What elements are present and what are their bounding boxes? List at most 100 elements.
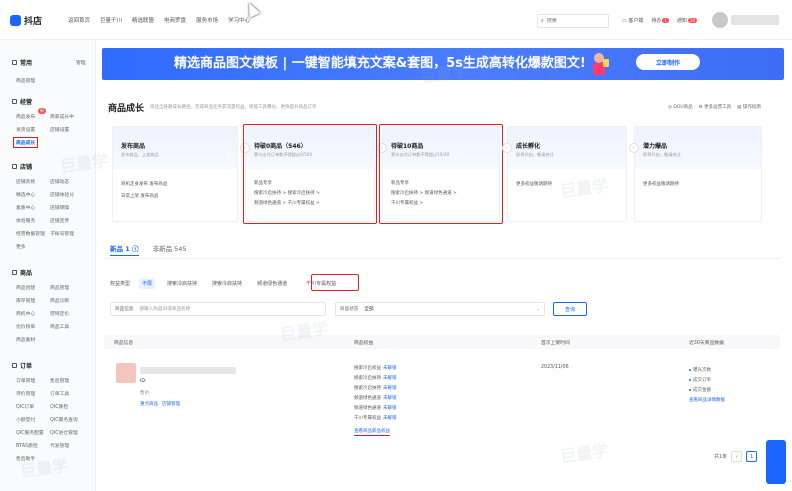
- sidebar-item-product-growth[interactable]: 商品成长: [13, 137, 39, 148]
- sidebar-item[interactable]: 商机中心: [16, 310, 35, 317]
- sidebar-item[interactable]: 优价榜单: [16, 323, 35, 330]
- filter-label: 权益类型: [110, 281, 131, 287]
- sidebar-item[interactable]: 营销定价: [50, 310, 69, 317]
- view-detail-data-link[interactable]: 查看商品详情数据: [689, 395, 725, 405]
- sidebar-item[interactable]: 评价管理: [16, 390, 35, 397]
- sidebar-item[interactable]: 商品素材: [16, 336, 35, 343]
- sidebar-item[interactable]: 库存管理: [16, 297, 35, 304]
- key-product-link[interactable]: 重点商品: [140, 401, 158, 407]
- avatar[interactable]: [712, 12, 728, 28]
- product-id: ID:: [140, 379, 147, 384]
- sidebar-item[interactable]: QIC进仓管理: [50, 429, 78, 436]
- page-button[interactable]: 1: [746, 451, 758, 462]
- sidebar-item[interactable]: 代发管理: [50, 442, 69, 449]
- floating-assistant-button[interactable]: [766, 440, 786, 484]
- sidebar-item[interactable]: 商品管理: [16, 77, 35, 84]
- tasks-button[interactable]: 待办 1: [651, 17, 669, 24]
- sidebar-item[interactable]: QIC服务查询: [50, 416, 78, 423]
- list-item: 频道绿色通道 未解锁: [354, 406, 397, 411]
- sidebar-item[interactable]: 店铺动态: [50, 178, 69, 185]
- sidebar-item[interactable]: BTAS质检: [16, 442, 38, 449]
- filter-chip[interactable]: 搜索冷启扶持: [164, 278, 200, 289]
- sidebar-item[interactable]: 售后助手: [16, 455, 35, 462]
- product-thumbnail[interactable]: [116, 363, 136, 383]
- stage-card-hot[interactable]: › 潜力爆品 即将开启，敬请关注 更多权益敬请期待: [629, 126, 762, 222]
- sidebar-section-store: 店铺: [12, 162, 32, 171]
- mascot-icon: [593, 53, 609, 75]
- dou-product-link[interactable]: ◎ DOU商品: [668, 104, 693, 110]
- sidebar-item[interactable]: 体验服务: [16, 217, 35, 224]
- prev-page-button[interactable]: ‹: [731, 451, 743, 462]
- logo[interactable]: 抖店: [10, 14, 42, 27]
- sidebar-item[interactable]: QIC服务配置: [16, 429, 44, 436]
- filter-chip[interactable]: 搜索冷启扶持: [209, 278, 245, 289]
- sidebar-item[interactable]: QIC订单: [16, 403, 34, 410]
- sidebar-item[interactable]: 店铺保障: [50, 204, 69, 211]
- stage-line[interactable]: 日常上架 发布商品: [121, 193, 158, 199]
- query-button[interactable]: 查询: [553, 302, 587, 316]
- topnav-home[interactable]: 返回首页: [68, 16, 90, 24]
- filter-chip[interactable]: 频道绿色通道: [254, 278, 290, 289]
- stage-card-publish[interactable]: 发布商品 发布商品，上架商品 商机走身发布 发布商品 日常上架 发布商品: [112, 126, 238, 222]
- topnav-compass[interactable]: 电商罗盘: [164, 16, 186, 24]
- stage-desc: 发布商品，上架商品: [121, 152, 159, 157]
- sidebar-item[interactable]: 店铺装修: [16, 178, 35, 185]
- sidebar-item[interactable]: 订单管理: [16, 377, 35, 384]
- sidebar-item[interactable]: 售后管理: [50, 377, 69, 384]
- sidebar-item[interactable]: 订单工具: [50, 390, 69, 397]
- sidebar-item[interactable]: 子账号管理: [50, 230, 74, 237]
- sidebar-item[interactable]: 发货设置: [16, 126, 35, 133]
- topnav-alliance[interactable]: 精选联盟: [132, 16, 154, 24]
- global-search-input[interactable]: [546, 18, 603, 24]
- field-label: 商品状态: [340, 307, 359, 312]
- product-status-select[interactable]: 商品状态 全部 ⌄: [335, 302, 545, 316]
- sidebar-item[interactable]: 小额垫付: [16, 416, 35, 423]
- sidebar-item[interactable]: 素质中心: [16, 204, 35, 211]
- list-item: 曝光次数: [689, 365, 725, 375]
- chart-icon: [12, 99, 17, 104]
- guide-link[interactable]: ▤ 操作指南: [737, 104, 761, 110]
- sidebar-item[interactable]: 商家成长中: [50, 113, 74, 120]
- topnav-qianchuan[interactable]: 巨量千川: [100, 16, 122, 24]
- notice-button[interactable]: 通知 20: [677, 17, 698, 24]
- tab-new-products[interactable]: 新品 1 ⓘ: [110, 243, 139, 256]
- topnav-market[interactable]: 服务市场: [196, 16, 218, 24]
- sidebar-item[interactable]: 商品创建: [16, 284, 35, 291]
- more-tools-link[interactable]: ⚙ 更多运营工具: [699, 104, 731, 110]
- sidebar-item[interactable]: QIC质检: [50, 403, 68, 410]
- view-new-rights-link[interactable]: 查看商品新品权益: [354, 428, 390, 436]
- sidebar-item[interactable]: 经营数据管理: [16, 230, 45, 237]
- sidebar-item[interactable]: 店铺设置: [50, 126, 69, 133]
- sidebar-item[interactable]: 更多: [16, 243, 26, 250]
- product-info-field[interactable]: 商品信息 请输入商品ID或商品名称: [110, 302, 326, 316]
- sidebar-item[interactable]: 商品工具: [50, 323, 69, 330]
- tab-non-new-products[interactable]: 非新品 545: [153, 243, 187, 256]
- product-search-input[interactable]: 请输入商品ID或商品名称: [139, 306, 190, 312]
- product-links: 重点商品 店铺管理: [140, 401, 180, 407]
- stage-card-incubate[interactable]: › 成长孵化 即将开启，敬请关注 更多权益敬请期待: [502, 126, 627, 222]
- topnav-learning[interactable]: 学习中心: [228, 16, 250, 24]
- highlight-box: [379, 124, 503, 224]
- table-header: 商品信息 商品权益 首次上架时间 近30天商品数据: [104, 335, 780, 349]
- product-rights-list: 搜索冷启权益 未解锁 搜索冷启扶持 未解锁 搜索冷启扶持 未解锁 频道绿色通道 未解锁 …: [354, 365, 397, 425]
- sidebar-item[interactable]: 精选中心: [16, 191, 35, 198]
- filter-chip[interactable]: 不限: [139, 278, 156, 289]
- sidebar-manage-link[interactable]: 管理: [76, 59, 86, 66]
- notice-badge: 20: [687, 18, 698, 23]
- list-item: 频道绿色通道 未解锁: [354, 396, 397, 401]
- sidebar-item[interactable]: 店铺宣传: [50, 217, 69, 224]
- sidebar-item[interactable]: 商品诊断: [50, 297, 69, 304]
- page-description: 商品全链路成长路径，完成商品任务获流量权益，赋能工具曝光，更快提升商品订单: [150, 105, 317, 110]
- make-now-button[interactable]: 立即制作: [636, 54, 700, 70]
- list-item: 千川专属权益 未解锁: [354, 416, 397, 421]
- stage-line[interactable]: 商机走身发布 发布商品: [121, 181, 167, 187]
- client-button[interactable]: ▭ 客户端: [622, 17, 643, 24]
- sidebar-item[interactable]: 店铺体验分: [50, 191, 74, 198]
- stage-name: 潜力爆品: [643, 143, 668, 150]
- chevron-right-icon: ›: [502, 143, 512, 153]
- sidebar-item[interactable]: 商品管理: [50, 284, 69, 291]
- global-search[interactable]: ⌕: [537, 14, 609, 28]
- top-right-actions: ▭ 客户端 待办 1 通知 20: [622, 17, 698, 24]
- sidebar-item[interactable]: 商品发布: [16, 113, 35, 120]
- store-manage-link[interactable]: 店铺管理: [162, 401, 180, 407]
